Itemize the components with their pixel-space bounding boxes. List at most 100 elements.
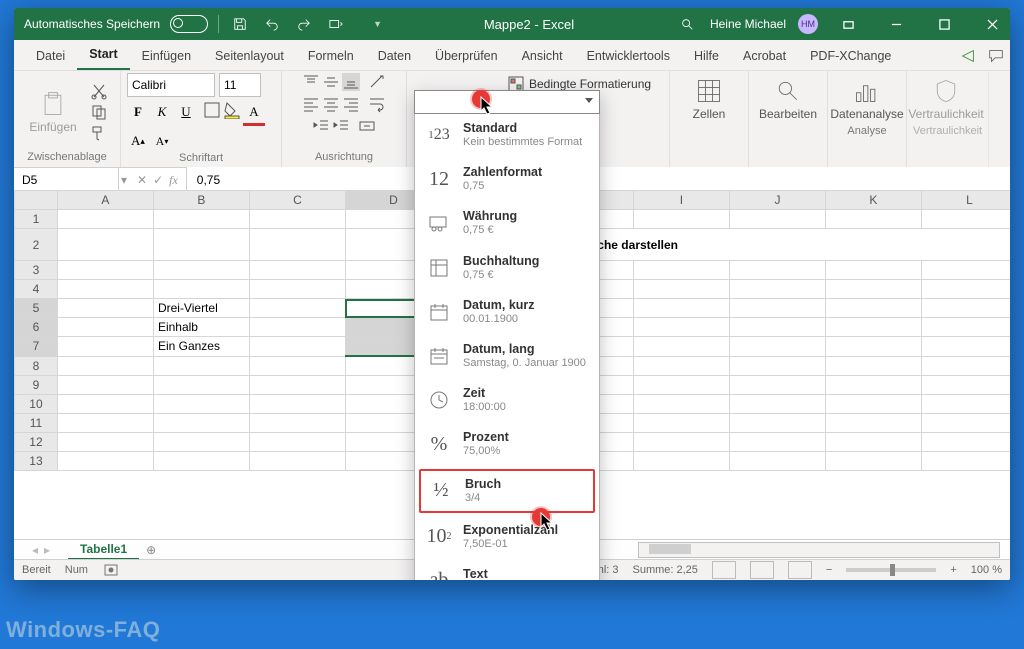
share-icon[interactable] [954,42,982,70]
maximize-button[interactable] [926,8,962,40]
cancel-formula-icon[interactable]: ✕ [137,173,147,187]
editing-button[interactable]: Bearbeiten [755,73,821,125]
qat-more-icon[interactable] [325,13,347,35]
name-box[interactable]: D5 [14,168,119,192]
tab-ueberpruefen[interactable]: Überprüfen [423,42,510,70]
align-top-icon[interactable] [302,73,320,91]
user-avatar[interactable]: HM [798,14,818,34]
cell-H2[interactable]: Excel Brüche darstellen [537,229,1010,261]
col-K[interactable]: K [825,191,921,210]
sheet-prev-icon[interactable]: ◂ [32,543,38,557]
excel-window: Automatisches Speichern ▼ Mappe2 - Excel… [14,8,1010,580]
number-format-datum-lang[interactable]: Datum, langSamstag, 0. Januar 1900 [415,334,599,378]
close-button[interactable] [974,8,1010,40]
zoom-value[interactable]: 100 % [971,564,1002,576]
underline-button[interactable]: U [175,101,197,123]
align-bottom-icon[interactable] [342,73,360,91]
format-icon: 123 [425,121,453,149]
cond-format-label[interactable]: Bedingte Formatierung [529,77,651,91]
cell-B5[interactable]: Drei-Viertel [153,299,249,318]
number-format-bruch[interactable]: ½Bruch3/4 [419,469,595,513]
tab-einfuegen[interactable]: Einfügen [130,42,203,70]
decrease-indent-icon[interactable] [312,117,330,135]
search-icon[interactable] [676,13,698,35]
tab-hilfe[interactable]: Hilfe [682,42,731,70]
analysis-button[interactable]: Datenanalyse [834,73,900,125]
number-format-prozent[interactable]: %Prozent75,00% [415,422,599,466]
minimize-button[interactable] [878,8,914,40]
font-name-select[interactable]: Calibri [127,73,215,97]
increase-indent-icon[interactable] [332,117,350,135]
number-format-zeit[interactable]: Zeit18:00:00 [415,378,599,422]
border-icon[interactable] [203,101,221,119]
align-middle-icon[interactable] [322,73,340,91]
tab-daten[interactable]: Daten [366,42,423,70]
tab-formeln[interactable]: Formeln [296,42,366,70]
tab-start[interactable]: Start [77,40,129,70]
align-right-icon[interactable] [342,95,360,113]
view-pagebreak-icon[interactable] [788,561,812,579]
number-format-w-hrung[interactable]: Währung0,75 € [415,201,599,245]
undo-icon[interactable] [261,13,283,35]
number-format-combo[interactable] [414,90,600,114]
macro-record-icon[interactable] [102,561,120,579]
tab-datei[interactable]: Datei [24,42,77,70]
tab-pdfxchange[interactable]: PDF-XChange [798,42,903,70]
number-format-datum-kurz[interactable]: Datum, kurz00.01.1900 [415,290,599,334]
number-format-standard[interactable]: 123StandardKein bestimmtes Format [415,113,599,157]
tab-ansicht[interactable]: Ansicht [510,42,575,70]
tab-acrobat[interactable]: Acrobat [731,42,798,70]
sensitivity-button[interactable]: Vertraulichkeit [913,73,979,125]
cell-B7[interactable]: Ein Ganzes [153,337,249,357]
zoom-in-button[interactable]: + [950,564,956,576]
cut-icon[interactable] [90,82,108,100]
copy-icon[interactable] [90,103,108,121]
zoom-slider[interactable] [846,568,936,572]
col-A[interactable]: A [57,191,153,210]
fill-color-icon[interactable] [223,101,241,119]
merge-center-icon[interactable] [358,117,376,135]
ribbon-display-icon[interactable] [830,8,866,40]
number-format-text[interactable]: abText0,75 [415,559,599,580]
sheet-next-icon[interactable]: ▸ [44,543,50,557]
comments-icon[interactable] [982,42,1010,70]
col-C[interactable]: C [249,191,345,210]
align-center-icon[interactable] [322,95,340,113]
col-I[interactable]: I [633,191,729,210]
format-painter-icon[interactable] [90,124,108,142]
number-format-zahlenformat[interactable]: 12Zahlenformat0,75 [415,157,599,201]
bold-button[interactable]: F [127,101,149,123]
wrap-text-icon[interactable] [368,95,386,113]
col-J[interactable]: J [729,191,825,210]
title-bar: Automatisches Speichern ▼ Mappe2 - Excel… [14,8,1010,40]
view-normal-icon[interactable] [712,561,736,579]
watermark: Windows-FAQ [6,617,160,643]
user-name[interactable]: Heine Michael [710,17,786,31]
col-B[interactable]: B [153,191,249,210]
view-layout-icon[interactable] [750,561,774,579]
sheet-tab-tabelle1[interactable]: Tabelle1 [68,540,139,560]
font-color-icon[interactable]: A [243,101,265,126]
redo-icon[interactable] [293,13,315,35]
enter-formula-icon[interactable]: ✓ [153,173,163,187]
fx-icon[interactable]: fx [169,173,178,188]
decrease-font-button[interactable]: A▾ [151,130,173,152]
autosave-toggle[interactable] [170,15,208,33]
number-format-buchhaltung[interactable]: Buchhaltung0,75 € [415,246,599,290]
col-L[interactable]: L [921,191,1010,210]
cells-button[interactable]: Zellen [676,73,742,125]
save-icon[interactable] [229,13,251,35]
horizontal-scrollbar[interactable] [638,542,1000,558]
tab-entwicklertools[interactable]: Entwicklertools [575,42,682,70]
number-format-exponentialzahl[interactable]: 102Exponentialzahl7,50E-01 [415,515,599,559]
cell-B6[interactable]: Einhalb [153,318,249,337]
increase-font-button[interactable]: A▴ [127,130,149,152]
align-left-icon[interactable] [302,95,320,113]
font-size-select[interactable]: 11 [219,73,261,97]
orientation-icon[interactable] [368,73,386,91]
paste-button[interactable]: Einfügen [20,86,86,138]
italic-button[interactable]: K [151,101,173,123]
add-sheet-button[interactable]: ⊕ [139,543,163,557]
zoom-out-button[interactable]: − [826,564,832,576]
tab-seitenlayout[interactable]: Seitenlayout [203,42,296,70]
